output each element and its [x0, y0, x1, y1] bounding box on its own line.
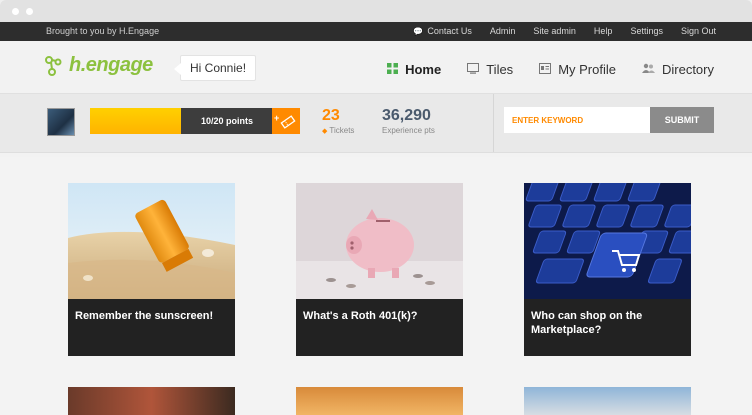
grid-icon [387, 62, 399, 77]
experience-stat: 36,290 Experience pts [382, 107, 435, 136]
window-dot-icon[interactable] [12, 8, 19, 15]
progress-label: 10/20 points [200, 116, 254, 126]
tiles-area: Remember the sunscreen! What's a Roth 40… [0, 157, 752, 415]
monitor-icon [467, 62, 480, 77]
molecule-logo-icon [45, 55, 62, 76]
nav-tiles-label: Tiles [486, 62, 514, 77]
profile-icon [539, 62, 552, 77]
main-nav: Home Tiles My Profile Directory [361, 62, 714, 77]
points-progress-bar: 10/20 points + [90, 108, 300, 134]
tile-image-piggy [296, 183, 463, 299]
window-dot-icon[interactable] [26, 8, 33, 15]
stats-bar: 10/20 points + 23 Tickets 36,290 Experie… [0, 94, 752, 153]
tile-image-building [524, 387, 691, 415]
help-link[interactable]: Help [594, 26, 613, 36]
tile-card[interactable]: Who can shop on the Marketplace? [524, 183, 691, 356]
stats-divider [493, 94, 494, 152]
tickets-stat: 23 Tickets [322, 107, 354, 136]
tickets-label: Tickets [322, 126, 354, 135]
nav-my-profile[interactable]: My Profile [539, 62, 616, 77]
sign-out-link[interactable]: Sign Out [681, 26, 716, 36]
submit-button[interactable]: SUBMIT [650, 107, 714, 133]
tile-caption: Who can shop on the Marketplace? [531, 310, 643, 336]
browser-window: Brought to you by H.Engage Contact Us Ad… [0, 0, 752, 415]
greeting-bubble: Hi Connie! [173, 55, 257, 81]
experience-value: 36,290 [382, 107, 431, 124]
svg-text:+: + [274, 113, 279, 123]
site-admin-link[interactable]: Site admin [533, 26, 576, 36]
nav-directory[interactable]: Directory [641, 62, 714, 77]
people-icon [641, 62, 655, 77]
tile-card[interactable] [68, 387, 235, 415]
brought-by-text: Brought to you by H.Engage [46, 26, 160, 36]
admin-link[interactable]: Admin [490, 26, 516, 36]
tile-card[interactable]: Remember the sunscreen! [68, 183, 235, 356]
tile-image-beach [68, 183, 235, 299]
nav-tiles[interactable]: Tiles [467, 62, 513, 77]
tile-caption: Remember the sunscreen! [75, 310, 214, 322]
top-bar: Brought to you by H.Engage Contact Us Ad… [0, 22, 752, 41]
tile-image-crowd [68, 387, 235, 415]
nav-my-profile-label: My Profile [558, 62, 616, 77]
window-chrome [0, 0, 752, 22]
tile-card[interactable] [296, 387, 463, 415]
search-input[interactable] [504, 107, 650, 133]
nav-home-label: Home [405, 62, 442, 77]
tickets-value: 23 [322, 107, 340, 124]
tile-image-sunset [296, 387, 463, 415]
settings-link[interactable]: Settings [630, 26, 663, 36]
logo[interactable]: h.engage [44, 54, 153, 77]
tile-card[interactable] [524, 387, 691, 415]
tile-caption: What's a Roth 401(k)? [303, 310, 418, 322]
top-links: Contact Us Admin Site admin Help Setting… [395, 26, 716, 36]
tile-image-keyboard [524, 183, 691, 299]
ticket-plus-icon[interactable]: + [274, 113, 296, 134]
experience-label: Experience pts [382, 126, 435, 135]
site-header: h.engage Hi Connie! Home Tiles My Profil [0, 41, 752, 94]
nav-home[interactable]: Home [387, 62, 441, 77]
tile-card[interactable]: What's a Roth 401(k)? [296, 183, 463, 356]
logo-text: h.engage [69, 54, 153, 76]
contact-us-link[interactable]: Contact Us [413, 26, 472, 36]
progress-fill [90, 108, 181, 134]
avatar[interactable] [47, 108, 75, 136]
nav-directory-label: Directory [661, 62, 714, 77]
